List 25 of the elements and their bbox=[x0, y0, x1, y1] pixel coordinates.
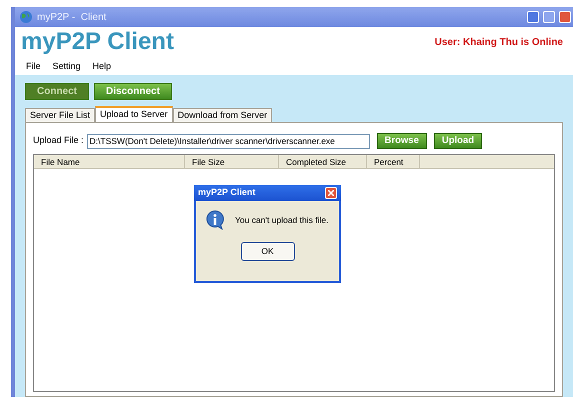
dialog-title: myP2P Client bbox=[198, 186, 256, 200]
menu-item[interactable]: Help bbox=[92, 60, 112, 74]
ok-button[interactable]: OK bbox=[240, 242, 294, 261]
minimize-button[interactable] bbox=[527, 11, 539, 23]
dialog-close-button[interactable] bbox=[325, 187, 337, 199]
column-header[interactable]: Completed Size bbox=[279, 155, 367, 168]
info-icon bbox=[205, 210, 225, 230]
column-header[interactable]: File Size bbox=[185, 155, 279, 168]
tab[interactable]: Upload to Server bbox=[95, 106, 173, 122]
tab[interactable]: Server File List bbox=[25, 108, 96, 122]
menu-item[interactable]: File bbox=[26, 60, 41, 74]
column-header[interactable]: Percent bbox=[367, 155, 420, 168]
globe-icon bbox=[19, 10, 33, 24]
close-button[interactable] bbox=[559, 11, 571, 23]
app-logo-title: myP2P Client bbox=[21, 28, 174, 56]
user-status: User: Khaing Thu is Online bbox=[434, 36, 563, 50]
menu-item[interactable]: Setting bbox=[52, 60, 81, 74]
window-title: myP2P - Client bbox=[37, 10, 106, 24]
dialog-message: You can't upload this file. bbox=[235, 214, 328, 226]
column-header[interactable]: File Name bbox=[34, 155, 185, 168]
file-path-field[interactable]: D:\TSSW(Don't Delete)\Installer\driver scanner\driverscanner.exe bbox=[86, 134, 370, 148]
upload-file-label: Upload File : bbox=[33, 134, 84, 148]
close-icon bbox=[328, 190, 334, 196]
maximize-button[interactable] bbox=[543, 11, 555, 23]
tab[interactable]: Download from Server bbox=[172, 108, 272, 122]
